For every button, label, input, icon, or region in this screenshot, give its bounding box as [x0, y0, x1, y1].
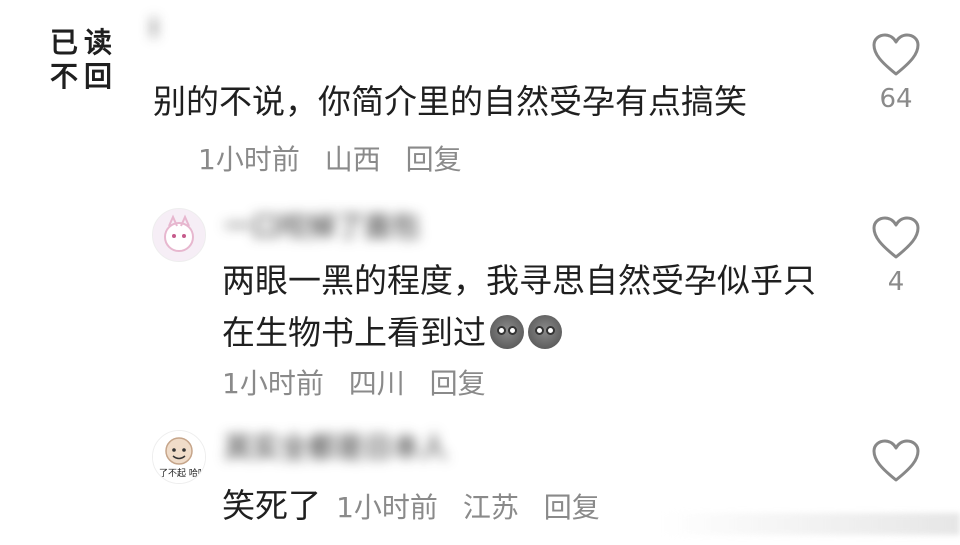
bottom-fade-overlay	[660, 513, 960, 535]
username[interactable]: 其实全都是日本人	[224, 426, 448, 466]
comment-location: 山西	[324, 143, 381, 176]
heart-outline-icon	[872, 439, 920, 482]
reply-location: 四川	[348, 367, 405, 400]
like-button[interactable]	[868, 438, 924, 484]
reply-meta: 1小时前 四川 回复	[222, 362, 502, 402]
comment-text: 别的不说，你简介里的自然受孕有点搞笑	[153, 82, 747, 121]
reply-button[interactable]: 回复	[544, 491, 600, 524]
reply-button[interactable]: 回复	[406, 143, 462, 176]
reply-time: 1小时前	[336, 491, 438, 524]
reply-time: 1小时前	[222, 367, 324, 400]
comment-time: 1小时前	[198, 143, 300, 176]
reply-location: 江苏	[462, 491, 519, 524]
reply-meta: 1小时前 江苏 回复	[336, 491, 616, 524]
reply-text: 两眼一黑的程度，我寻思自然受孕似乎只在生物书上看到过	[222, 255, 832, 359]
reply-text: 笑死了	[222, 486, 321, 525]
username[interactable]: 一口咬掉了面包	[224, 205, 420, 245]
reply-button[interactable]: 回复	[430, 367, 486, 400]
like-count: 4	[887, 267, 905, 297]
comment-meta: 1小时前 山西 回复	[198, 138, 478, 178]
heart-outline-icon	[872, 33, 920, 76]
avatar-text-badge[interactable]: 已读不回	[50, 26, 122, 98]
avatar[interactable]	[152, 208, 206, 262]
avatar-label: 了不起 哈哈	[159, 469, 206, 479]
shocked-face-emoji	[490, 315, 524, 349]
heart-outline-icon	[872, 216, 920, 259]
avatar-illustration	[153, 209, 205, 261]
shocked-face-emoji	[528, 315, 562, 349]
like-button[interactable]: 64	[868, 32, 924, 114]
like-button[interactable]: 4	[868, 215, 924, 297]
username[interactable]: I	[150, 14, 158, 44]
reply-row: 笑死了 1小时前 江苏 回复	[222, 480, 616, 532]
like-count: 64	[879, 84, 913, 114]
avatar[interactable]: 了不起 哈哈	[152, 430, 206, 484]
